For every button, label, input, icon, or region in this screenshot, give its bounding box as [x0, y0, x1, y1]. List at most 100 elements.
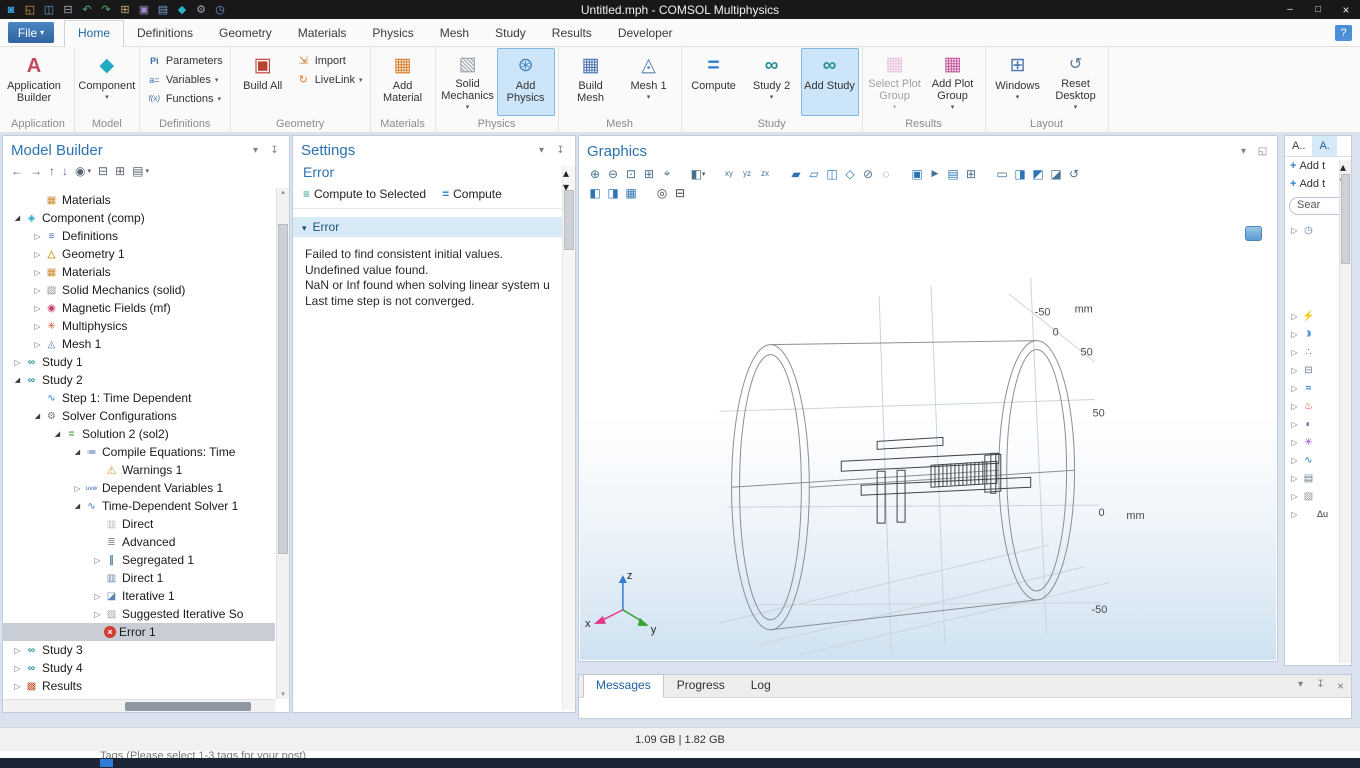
- graphics-toolbar-icon[interactable]: ▾: [586, 165, 604, 182]
- tree-item[interactable]: Time-Dependent Solver 1: [3, 497, 275, 515]
- graphics-toolbar-icon[interactable]: ▾: [805, 165, 823, 182]
- ribbon-button[interactable]: Add Material ▾: [374, 48, 432, 116]
- ribbon-tab[interactable]: Geometry: [206, 21, 285, 46]
- tree-item[interactable]: Solid Mechanics (solid): [3, 281, 275, 299]
- tree-item[interactable]: Study 4: [3, 659, 275, 677]
- expand-arrow-icon[interactable]: [1288, 438, 1301, 447]
- tree-item[interactable]: Dependent Variables 1: [3, 479, 275, 497]
- tree-item[interactable]: Component (comp): [3, 209, 275, 227]
- ribbon-tab[interactable]: Mesh: [427, 21, 482, 46]
- detach-panel-icon[interactable]: [1256, 146, 1269, 157]
- expand-arrow-icon[interactable]: [1288, 384, 1301, 393]
- scroll-up-arrow[interactable]: [563, 166, 569, 180]
- messages-tab[interactable]: Messages: [583, 674, 664, 698]
- tree-item[interactable]: Results: [3, 677, 275, 695]
- panel-menu-icon[interactable]: [535, 145, 548, 156]
- tree-expand-arrow[interactable]: [31, 286, 44, 295]
- tree-expand-arrow[interactable]: [31, 304, 44, 313]
- graphics-toolbar-icon[interactable]: [671, 184, 689, 201]
- toolbar-icon[interactable]: ▾: [115, 164, 125, 178]
- ribbon-button[interactable]: Select Plot Group ▾: [866, 48, 924, 116]
- graphics-toolbar-icon[interactable]: ▾: [787, 165, 805, 182]
- panel-menu-icon[interactable]: [249, 145, 262, 156]
- tree-item[interactable]: Definitions: [3, 227, 275, 245]
- tree-item[interactable]: Geometry 1: [3, 245, 275, 263]
- toolbar-icon[interactable]: ▾: [49, 164, 55, 178]
- scroll-up-arrow[interactable]: [1340, 160, 1346, 174]
- tree-item[interactable]: Error 1: [3, 623, 275, 641]
- expand-arrow-icon[interactable]: [1288, 492, 1301, 501]
- close-panel-icon[interactable]: [1334, 679, 1347, 693]
- tree-item[interactable]: Suggested Iterative So: [3, 605, 275, 623]
- ribbon-button[interactable]: Reset Desktop ▾: [1047, 48, 1105, 116]
- graphics-toolbar-icon[interactable]: ▾: [1011, 165, 1029, 182]
- ribbon-tab[interactable]: Study: [482, 21, 539, 46]
- graphics-toolbar-icon[interactable]: ▾: [622, 165, 640, 182]
- tree-item[interactable]: Advanced: [3, 533, 275, 551]
- scrollbar-thumb[interactable]: [564, 190, 574, 250]
- quick-access-icon[interactable]: [175, 3, 189, 17]
- ribbon-tab[interactable]: Home: [64, 20, 124, 47]
- ribbon-tab[interactable]: Results: [539, 21, 605, 46]
- tree-expand-arrow[interactable]: [31, 232, 44, 241]
- graphics-toolbar-icon[interactable]: [586, 184, 604, 201]
- scrollbar-thumb[interactable]: [125, 702, 250, 711]
- error-section-header[interactable]: Error: [293, 217, 575, 237]
- file-menu-button[interactable]: File: [8, 22, 54, 43]
- graphics-toolbar-icon[interactable]: ▾: [738, 165, 756, 182]
- sidebar-vertical-scrollbar[interactable]: [1339, 160, 1351, 663]
- tree-expand-arrow[interactable]: [31, 412, 44, 420]
- expand-arrow-icon[interactable]: [1288, 330, 1301, 339]
- ribbon-button[interactable]: Mesh 1 ▾: [620, 48, 678, 116]
- expand-arrow-icon[interactable]: [1288, 420, 1301, 429]
- panel-menu-icon[interactable]: [1294, 679, 1307, 693]
- graphics-toolbar-icon[interactable]: ▾: [1047, 165, 1065, 182]
- pin-panel-icon[interactable]: [268, 145, 281, 156]
- graphics-toolbar-icon[interactable]: ▾: [841, 165, 859, 182]
- graphics-context-menu-button[interactable]: [1245, 226, 1262, 241]
- ribbon-tab[interactable]: Definitions: [124, 21, 206, 46]
- tree-expand-arrow[interactable]: [11, 646, 24, 655]
- tree-item[interactable]: Mesh 1: [3, 335, 275, 353]
- help-button[interactable]: ?: [1335, 25, 1352, 41]
- ribbon-button[interactable]: Variables ▾: [143, 70, 227, 89]
- tree-item[interactable]: Solution 2 (sol2): [3, 425, 275, 443]
- tree-item[interactable]: Study 1: [3, 353, 275, 371]
- window-control-button[interactable]: [1332, 0, 1360, 19]
- ribbon-button[interactable]: Add Study ▾: [801, 48, 859, 116]
- ribbon-button[interactable]: Import ▾: [292, 51, 367, 70]
- tree-item[interactable]: Materials: [3, 263, 275, 281]
- graphics-toolbar-icon[interactable]: ▾: [823, 165, 841, 182]
- tree-expand-arrow[interactable]: [51, 430, 64, 438]
- graphics-toolbar-icon[interactable]: ▾: [658, 165, 676, 182]
- ribbon-button[interactable]: LiveLink ▾: [292, 70, 367, 89]
- ribbon-button[interactable]: Solid Mechanics ▾: [439, 48, 497, 116]
- graphics-toolbar-icon[interactable]: ▾: [859, 165, 877, 182]
- ribbon-button[interactable]: Study 2 ▾: [743, 48, 801, 116]
- tree-expand-arrow[interactable]: [71, 484, 84, 493]
- window-control-button[interactable]: [1304, 0, 1332, 19]
- graphics-toolbar-icon[interactable]: ▾: [908, 165, 926, 182]
- ribbon-button[interactable]: Build Mesh ▾: [562, 48, 620, 116]
- scrollbar-thumb[interactable]: [278, 224, 288, 554]
- messages-tab[interactable]: Progress: [664, 674, 738, 697]
- tree-item[interactable]: Warnings 1: [3, 461, 275, 479]
- tree-item[interactable]: Study 3: [3, 641, 275, 659]
- tree-item[interactable]: Materials: [3, 191, 275, 209]
- model-builder-horizontal-scrollbar[interactable]: [3, 699, 275, 712]
- graphics-toolbar-icon[interactable]: ▾: [926, 165, 944, 182]
- toolbar-icon[interactable]: ▾: [132, 164, 149, 178]
- messages-tab[interactable]: Log: [738, 674, 784, 697]
- tree-expand-arrow[interactable]: [31, 268, 44, 277]
- quick-access-icon[interactable]: [118, 3, 132, 17]
- panel-menu-icon[interactable]: [1237, 146, 1250, 157]
- tree-item[interactable]: Study 2: [3, 371, 275, 389]
- expand-arrow-icon[interactable]: [1288, 456, 1301, 465]
- ribbon-button[interactable]: Compute ▾: [685, 48, 743, 116]
- tree-item[interactable]: Direct: [3, 515, 275, 533]
- tree-item[interactable]: Solver Configurations: [3, 407, 275, 425]
- quick-access-icon[interactable]: [156, 3, 170, 17]
- quick-access-icon[interactable]: [23, 3, 37, 17]
- pin-panel-icon[interactable]: [554, 145, 567, 156]
- graphics-toolbar-icon[interactable]: ▾: [720, 165, 738, 182]
